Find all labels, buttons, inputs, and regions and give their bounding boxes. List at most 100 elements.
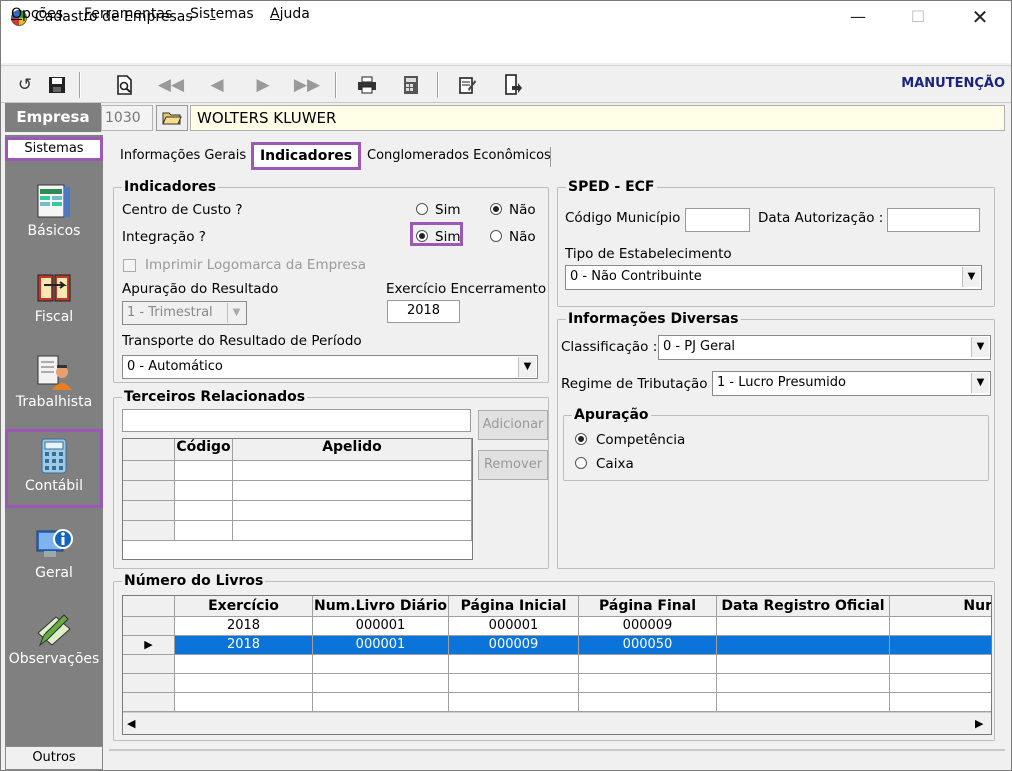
grid-header-4[interactable]: Data Registro Oficial — [717, 596, 890, 617]
grid-header-3[interactable]: Página Final — [579, 596, 717, 617]
empresa-code-field[interactable]: 1030 — [101, 105, 153, 131]
tab-conglomerados[interactable]: Conglomerados Econômicos — [367, 148, 551, 163]
table-cell[interactable]: 000009 — [449, 636, 579, 655]
terceiros-grid[interactable]: Código Apelido — [122, 438, 473, 560]
sidebar-item-trabalhista[interactable]: Trabalhista — [5, 348, 103, 428]
table-cell[interactable]: 000009 — [579, 617, 717, 636]
centro-custo-nao-radio[interactable] — [490, 203, 502, 215]
terceiros-search-field[interactable] — [122, 409, 471, 432]
table-cell[interactable] — [890, 636, 991, 655]
maximize-button[interactable]: ☐ — [895, 1, 941, 35]
imprimir-logo-checkbox[interactable] — [123, 259, 136, 272]
competencia-radio[interactable] — [575, 433, 587, 445]
calculator-tool-icon[interactable] — [397, 71, 425, 99]
prev-record-icon[interactable]: ◀ — [203, 71, 231, 99]
table-cell[interactable] — [449, 693, 579, 712]
minimize-button[interactable]: — — [835, 1, 881, 35]
sidebar-header-sistemas[interactable]: Sistemas — [5, 137, 103, 161]
adicionar-button[interactable]: Adicionar — [478, 410, 548, 440]
integracao-sim-radio[interactable] — [416, 230, 428, 242]
sidebar-footer-outros[interactable]: Outros — [5, 746, 103, 770]
print-icon[interactable] — [353, 71, 381, 99]
grid-header-0[interactable]: Exercício — [175, 596, 313, 617]
table-cell[interactable]: 000001 — [313, 617, 449, 636]
sidebar-item-contabil[interactable]: Contábil — [5, 429, 103, 508]
table-cell[interactable] — [890, 617, 991, 636]
table-cell[interactable] — [175, 521, 233, 541]
table-cell[interactable] — [175, 461, 233, 481]
integracao-nao-radio[interactable] — [490, 230, 502, 242]
table-cell[interactable] — [717, 655, 890, 674]
table-cell[interactable] — [579, 674, 717, 693]
table-cell[interactable] — [175, 481, 233, 501]
tipo-estabelecimento-select[interactable]: 0 - Não Contribuinte ▼ — [565, 265, 982, 290]
tab-informacoes-gerais[interactable]: Informações Gerais — [120, 148, 246, 163]
table-cell[interactable] — [313, 674, 449, 693]
table-cell[interactable] — [717, 636, 890, 655]
table-cell[interactable] — [579, 693, 717, 712]
row-indicator[interactable] — [123, 655, 175, 674]
caixa-radio[interactable] — [575, 457, 587, 469]
table-cell[interactable] — [717, 693, 890, 712]
table-cell[interactable] — [175, 501, 233, 521]
row-indicator[interactable] — [123, 481, 175, 501]
grid-header-2[interactable]: Página Inicial — [449, 596, 579, 617]
table-cell[interactable] — [175, 674, 313, 693]
table-cell[interactable]: 000050 — [579, 636, 717, 655]
grid-header-5[interactable]: Nur — [890, 596, 991, 617]
undo-icon[interactable]: ↺ — [11, 71, 39, 99]
row-indicator[interactable] — [123, 501, 175, 521]
row-indicator[interactable] — [123, 521, 175, 541]
table-cell[interactable] — [233, 481, 472, 501]
sidebar-item-basicos[interactable]: Básicos — [5, 177, 103, 257]
grid-header-1[interactable]: Num.Livro Diário — [313, 596, 449, 617]
centro-custo-sim-radio[interactable] — [416, 203, 428, 215]
codigo-municipio-field[interactable] — [685, 208, 750, 232]
regime-tributacao-select[interactable]: 1 - Lucro Presumido ▼ — [712, 371, 991, 396]
table-cell[interactable] — [890, 693, 991, 712]
table-cell[interactable] — [717, 674, 890, 693]
table-cell[interactable]: 2018 — [175, 636, 313, 655]
table-cell[interactable] — [233, 501, 472, 521]
scroll-right-icon[interactable]: ▶ — [975, 717, 983, 730]
empresa-name-field[interactable]: WOLTERS KLUWER — [190, 105, 1005, 131]
scroll-left-icon[interactable]: ◀ — [127, 717, 135, 730]
table-cell[interactable] — [313, 693, 449, 712]
grid-header-codigo[interactable]: Código — [175, 439, 233, 461]
table-cell[interactable] — [890, 674, 991, 693]
grid-header-apelido[interactable]: Apelido — [233, 439, 472, 461]
table-cell[interactable] — [175, 693, 313, 712]
table-cell[interactable] — [717, 617, 890, 636]
menu-ferramentas[interactable]: Ferramentas — [84, 6, 172, 22]
next-record-icon[interactable]: ▶ — [249, 71, 277, 99]
remover-button[interactable]: Remover — [478, 450, 548, 480]
table-cell[interactable]: 000001 — [449, 617, 579, 636]
horizontal-scrollbar[interactable]: ◀ ▶ — [123, 712, 991, 734]
tab-indicadores[interactable]: Indicadores — [251, 142, 361, 170]
transporte-select[interactable]: 0 - Automático ▼ — [122, 355, 538, 379]
livros-grid[interactable]: Exercício Num.Livro Diário Página Inicial P… — [122, 595, 992, 735]
open-folder-button[interactable] — [156, 105, 188, 131]
row-indicator[interactable] — [123, 461, 175, 481]
table-cell[interactable] — [233, 461, 472, 481]
menu-opcoes[interactable]: Opções — [11, 6, 63, 22]
save-icon[interactable] — [43, 71, 71, 99]
exercicio-encerramento-field[interactable]: 2018 — [387, 300, 460, 323]
table-cell[interactable] — [890, 655, 991, 674]
preview-icon[interactable] — [111, 71, 139, 99]
table-cell[interactable] — [233, 521, 472, 541]
row-indicator[interactable] — [123, 693, 175, 712]
classificacao-select[interactable]: 0 - PJ Geral ▼ — [658, 335, 991, 360]
table-cell[interactable] — [313, 655, 449, 674]
exit-icon[interactable] — [499, 71, 527, 99]
table-cell[interactable] — [579, 655, 717, 674]
data-autorizacao-field[interactable] — [887, 208, 980, 232]
table-cell[interactable] — [175, 655, 313, 674]
table-cell[interactable] — [449, 655, 579, 674]
table-cell[interactable]: 000001 — [313, 636, 449, 655]
sidebar-item-geral[interactable]: Geral — [5, 519, 103, 599]
apuracao-select[interactable]: 1 - Trimestral ▼ — [122, 301, 247, 325]
table-cell[interactable]: 2018 — [175, 617, 313, 636]
edit-document-icon[interactable] — [453, 71, 481, 99]
table-cell[interactable] — [449, 674, 579, 693]
